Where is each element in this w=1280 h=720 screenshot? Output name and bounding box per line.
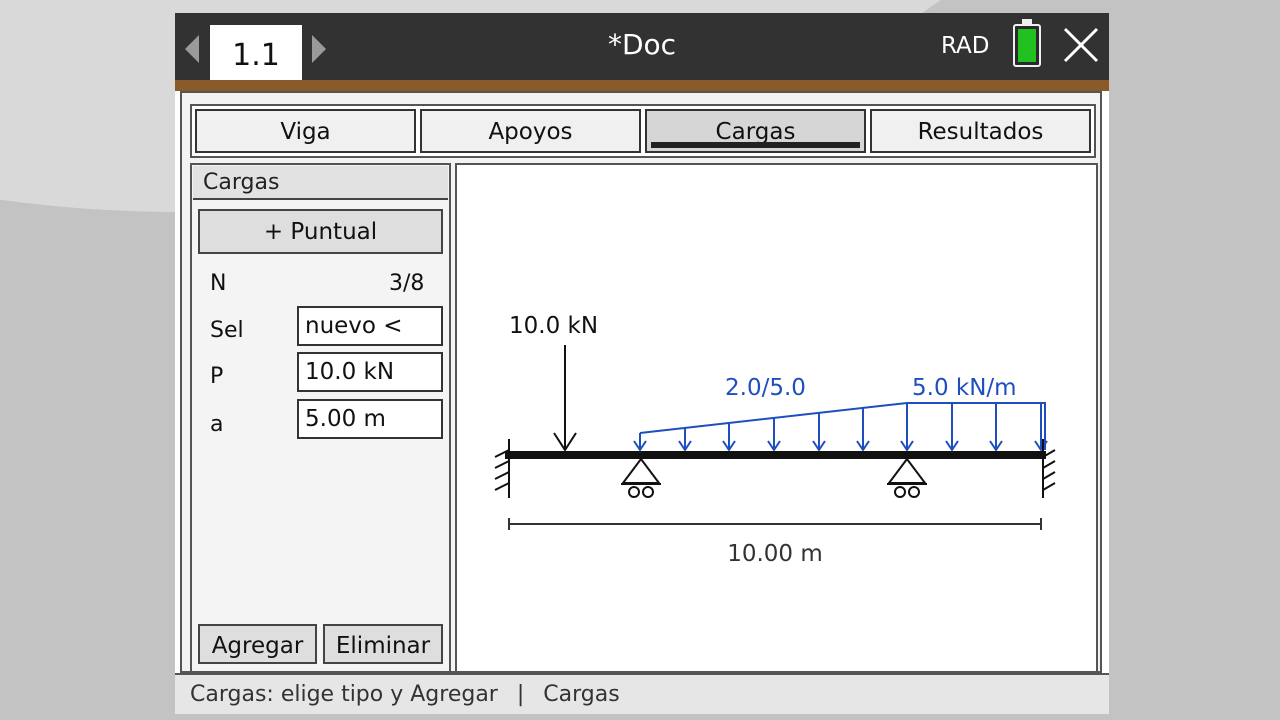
status-separator: | <box>516 682 525 707</box>
sel-field[interactable]: nuevo < <box>297 306 443 346</box>
angle-mode-indicator: RAD <box>941 33 990 59</box>
count-value: 3/8 <box>389 271 425 296</box>
point-load-arrow <box>553 345 577 452</box>
tab-cargas[interactable]: Cargas <box>645 109 866 153</box>
point-load-label: 10.0 kN <box>509 313 598 339</box>
tab-resultados[interactable]: Resultados <box>870 109 1091 153</box>
close-icon[interactable] <box>1061 25 1101 65</box>
status-bar: Cargas: elige tipo y Agregar | Cargas <box>175 673 1109 714</box>
distributed-load-label-ratio: 2.0/5.0 <box>725 375 806 401</box>
count-label: N <box>210 271 227 296</box>
status-context: Cargas <box>543 682 620 707</box>
span-dimension-line <box>508 518 1042 530</box>
a-label: a <box>210 412 224 437</box>
beam-diagram: 10.0 kN 2.0/5.0 5.0 kN/m 10.00 m <box>494 313 1056 567</box>
title-bar: 1.1 *Doc RAD <box>175 13 1109 91</box>
roller-support-icon <box>887 457 927 498</box>
battery-icon <box>1013 19 1041 67</box>
add-button[interactable]: Agregar <box>198 624 317 664</box>
beam-canvas: 10.0 kN 2.0/5.0 5.0 kN/m 10.00 m <box>455 163 1098 673</box>
distributed-load-label-max: 5.0 kN/m <box>912 375 1017 401</box>
p-field[interactable]: 10.0 kN <box>297 352 443 392</box>
delete-button[interactable]: Eliminar <box>323 624 443 664</box>
distributed-load <box>633 402 1048 452</box>
tab-apoyos[interactable]: Apoyos <box>420 109 641 153</box>
left-fixed-support-icon <box>494 439 510 498</box>
span-label: 10.00 m <box>727 541 823 567</box>
a-field[interactable]: 5.00 m <box>297 399 443 439</box>
roller-support-icon <box>621 457 661 498</box>
status-message: Cargas: elige tipo y Agregar <box>190 682 498 707</box>
add-point-load-button[interactable]: + Puntual <box>198 209 443 254</box>
title-divider <box>175 80 1109 91</box>
p-label: P <box>210 364 224 389</box>
sel-label: Sel <box>210 318 244 343</box>
panel-header: Cargas <box>193 166 448 200</box>
tab-viga[interactable]: Viga <box>195 109 416 153</box>
calculator-window: 1.1 *Doc RAD Viga Apoyos Cargas Resultad… <box>175 13 1109 714</box>
beam <box>505 451 1046 459</box>
